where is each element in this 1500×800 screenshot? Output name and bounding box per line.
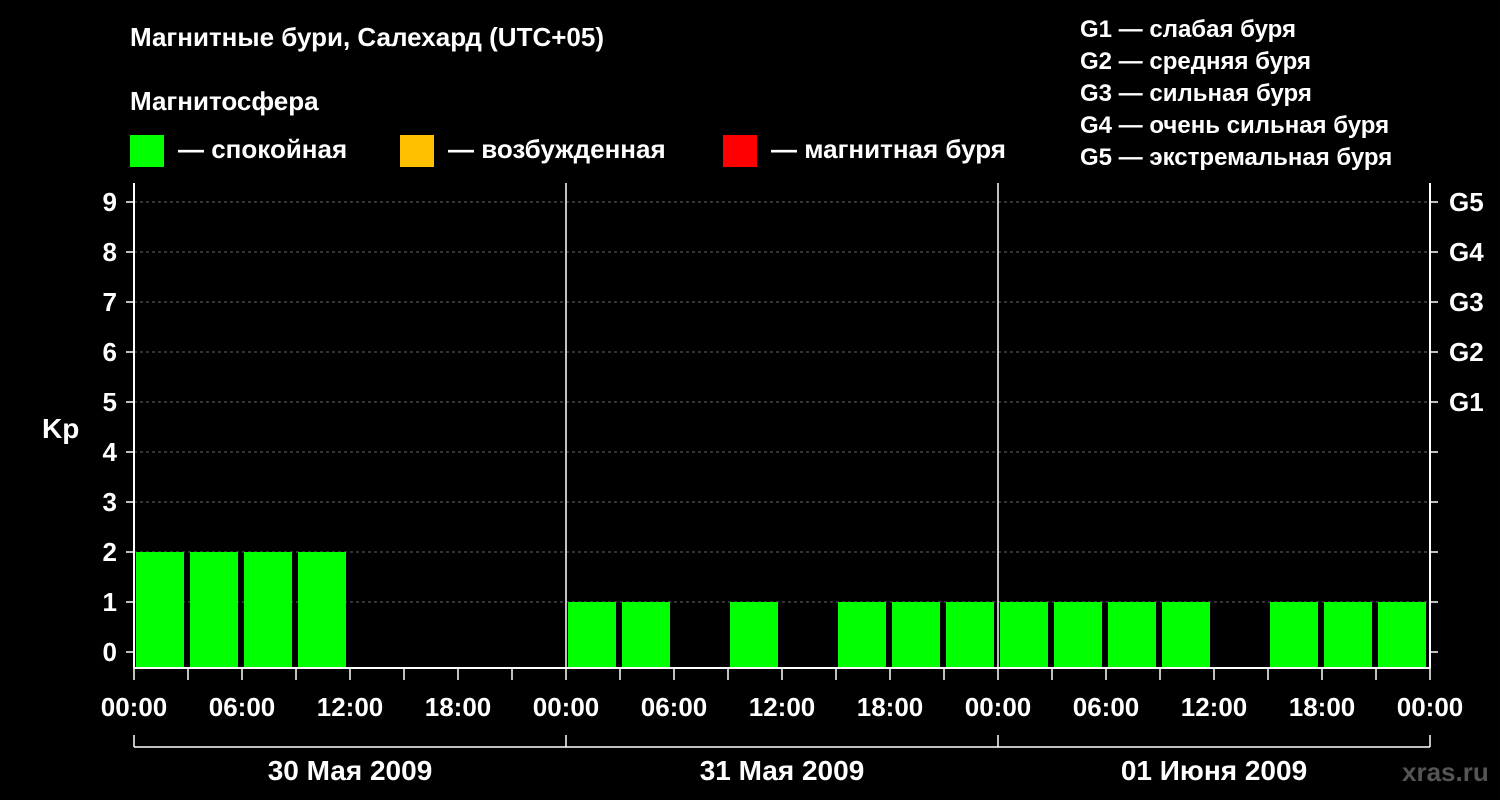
g-level-label: G3	[1449, 287, 1484, 317]
y-axis-title: Kp	[42, 413, 79, 444]
x-tick-label: 00:00	[965, 692, 1032, 722]
kp-bar	[946, 602, 994, 668]
y-tick-label: 3	[103, 487, 117, 517]
y-tick-label: 0	[103, 637, 117, 667]
day-label: 31 Мая 2009	[700, 755, 865, 786]
y-tick-label: 2	[103, 537, 117, 567]
kp-bar	[1378, 602, 1426, 668]
kp-bar-chart: 0 1 2 3 4 5 6 7 8 9 G1 G2 G3 G4 G5 Kp 00:00 06:00 12:00 18:…	[42, 183, 1484, 786]
x-tick-label: 18:00	[1289, 692, 1356, 722]
y-tick-label: 6	[103, 337, 117, 367]
kp-bar	[892, 602, 940, 668]
kp-bar	[1270, 602, 1318, 668]
y-tick-label: 9	[103, 187, 117, 217]
x-tick-label: 06:00	[209, 692, 276, 722]
x-tick-label: 00:00	[1397, 692, 1464, 722]
kp-bar	[622, 602, 670, 668]
kp-bar	[1000, 602, 1048, 668]
x-tick-label: 18:00	[425, 692, 492, 722]
g-level-label: G4	[1449, 237, 1484, 267]
y-tick-label: 4	[103, 437, 118, 467]
x-tick-label: 18:00	[857, 692, 924, 722]
y-tick-label: 1	[103, 587, 117, 617]
x-tick-label: 12:00	[1181, 692, 1248, 722]
x-tick-label: 06:00	[1073, 692, 1140, 722]
day-label: 30 Мая 2009	[268, 755, 433, 786]
g-level-label: G5	[1449, 187, 1484, 217]
g-level-label: G2	[1449, 337, 1484, 367]
x-tick-label: 00:00	[533, 692, 600, 722]
x-tick-label: 12:00	[317, 692, 384, 722]
g-level-label: G1	[1449, 387, 1484, 417]
day-label: 01 Июня 2009	[1121, 755, 1307, 786]
chart-page: Магнитные бури, Салехард (UTC+05) Магнит…	[0, 0, 1500, 800]
y-tick-label: 7	[103, 287, 117, 317]
y-tick-label: 8	[103, 237, 117, 267]
kp-bar	[190, 552, 238, 668]
kp-bar	[1162, 602, 1210, 668]
x-tick-label: 00:00	[101, 692, 168, 722]
kp-bar	[1108, 602, 1156, 668]
y-tick-label: 5	[103, 387, 117, 417]
kp-bar	[244, 552, 292, 668]
kp-bar	[1054, 602, 1102, 668]
watermark: xras.ru	[1402, 757, 1489, 787]
kp-bar	[136, 552, 184, 668]
kp-bar	[568, 602, 616, 668]
kp-bar	[298, 552, 346, 668]
kp-bar	[1324, 602, 1372, 668]
kp-bar	[730, 602, 778, 668]
kp-bar	[838, 602, 886, 668]
x-tick-label: 06:00	[641, 692, 708, 722]
x-tick-label: 12:00	[749, 692, 816, 722]
